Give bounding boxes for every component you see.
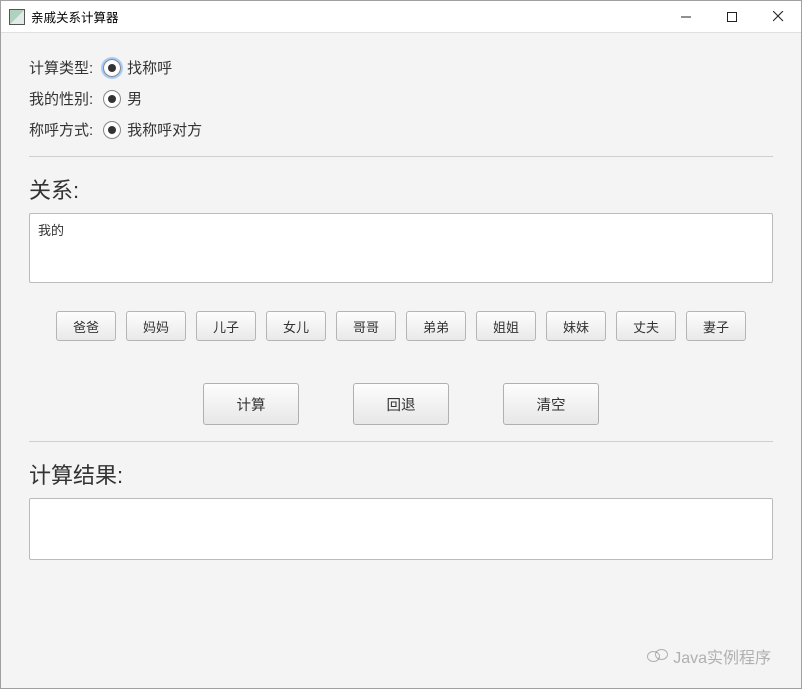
rel-btn-father[interactable]: 爸爸 [56,311,116,341]
window-controls [663,1,801,32]
back-button[interactable]: 回退 [353,383,449,425]
app-icon [9,9,25,25]
rel-btn-mother[interactable]: 妈妈 [126,311,186,341]
call-mode-value: 我称呼对方 [127,119,202,140]
calc-type-value: 找称呼 [127,57,172,78]
compute-button[interactable]: 计算 [203,383,299,425]
watermark: Java实例程序 [647,644,771,668]
rel-btn-daughter[interactable]: 女儿 [266,311,326,341]
calc-type-label: 计算类型: [29,57,93,78]
rel-btn-husband[interactable]: 丈夫 [616,311,676,341]
calc-type-radio[interactable] [103,59,121,77]
relation-heading: 关系: [29,173,773,205]
gender-radio[interactable] [103,90,121,108]
gender-value: 男 [127,88,142,109]
result-output [29,498,773,560]
wechat-icon [647,646,669,666]
calc-type-row: 计算类型: 找称呼 [29,57,773,78]
rel-btn-older-sister[interactable]: 姐姐 [476,311,536,341]
rel-btn-older-brother[interactable]: 哥哥 [336,311,396,341]
rel-btn-younger-sister[interactable]: 妹妹 [546,311,606,341]
result-heading: 计算结果: [29,458,773,490]
relation-button-row: 爸爸 妈妈 儿子 女儿 哥哥 弟弟 姐姐 妹妹 丈夫 妻子 [29,311,773,341]
maximize-icon [727,12,737,22]
call-mode-row: 称呼方式: 我称呼对方 [29,119,773,140]
rel-btn-son[interactable]: 儿子 [196,311,256,341]
window-title: 亲戚关系计算器 [31,7,663,26]
minimize-icon [681,12,691,22]
divider [29,441,773,442]
content-area: 计算类型: 找称呼 我的性别: 男 称呼方式: 我称呼对方 关系: 我的 爸爸 … [1,33,801,688]
watermark-text: Java实例程序 [673,644,771,668]
maximize-button[interactable] [709,1,755,32]
gender-row: 我的性别: 男 [29,88,773,109]
close-button[interactable] [755,1,801,32]
action-button-row: 计算 回退 清空 [29,383,773,425]
gender-label: 我的性别: [29,88,93,109]
titlebar: 亲戚关系计算器 [1,1,801,33]
divider [29,156,773,157]
close-icon [773,11,784,22]
clear-button[interactable]: 清空 [503,383,599,425]
app-window: 亲戚关系计算器 计算类型: 找称呼 我的性别: 男 称呼方式: [0,0,802,689]
relation-input[interactable]: 我的 [29,213,773,283]
call-mode-radio[interactable] [103,121,121,139]
minimize-button[interactable] [663,1,709,32]
rel-btn-younger-brother[interactable]: 弟弟 [406,311,466,341]
call-mode-label: 称呼方式: [29,119,93,140]
rel-btn-wife[interactable]: 妻子 [686,311,746,341]
